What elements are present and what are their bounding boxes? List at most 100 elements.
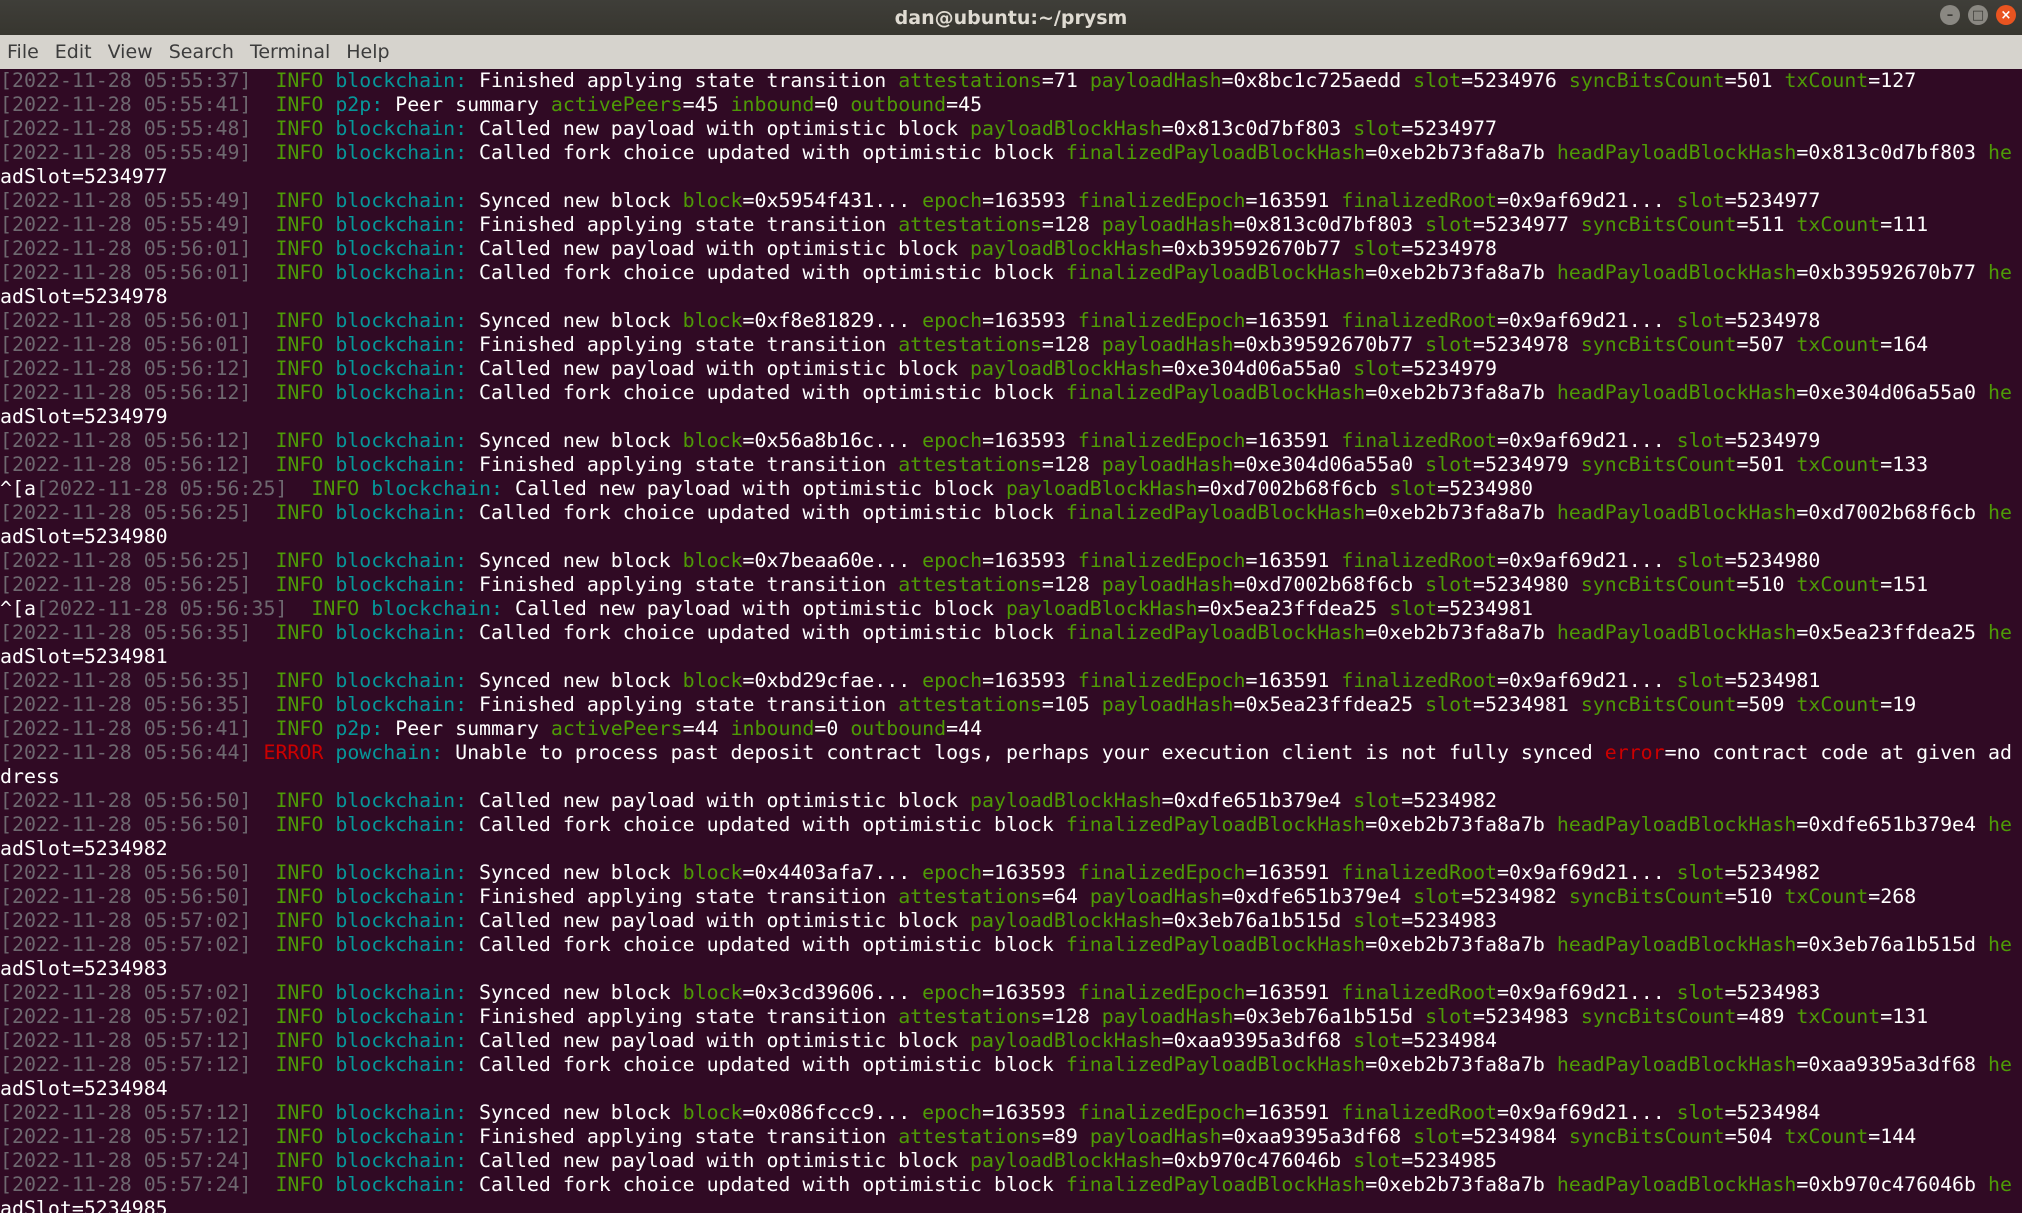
log-field-value: =163593 — [982, 189, 1066, 212]
log-module: blockchain: — [335, 213, 468, 236]
log-line: [2022-11-28 05:56:50] INFO blockchain: C… — [0, 813, 2022, 837]
log-module: blockchain: — [335, 981, 468, 1004]
log-field-key: slot — [1389, 597, 1438, 620]
log-message: Finished applying state transition — [479, 333, 887, 356]
log-field-key: finalizedPayloadBlockHash — [1065, 141, 1366, 164]
menu-file[interactable]: File — [0, 41, 48, 63]
log-module: blockchain: — [335, 357, 468, 380]
log-message: Called new payload with optimistic block — [479, 1029, 959, 1052]
log-field-value: =0 — [814, 717, 839, 740]
log-field-key: adSlot — [0, 1197, 72, 1213]
log-field-value: =0x813c0d7bf803 — [1796, 141, 1977, 164]
log-field-key: txCount — [1796, 1005, 1881, 1028]
log-message: Synced new block — [479, 1101, 671, 1124]
log-field-key: payloadHash — [1101, 333, 1234, 356]
menu-help[interactable]: Help — [339, 41, 398, 63]
log-field-value: =128 — [1041, 1005, 1090, 1028]
log-field-value: =0x3cd39606... — [742, 981, 911, 1004]
log-level: INFO — [275, 189, 324, 212]
log-field-key: finalizedRoot — [1341, 309, 1498, 332]
log-field-value: =5234977 — [1401, 117, 1497, 140]
minimize-button[interactable]: – — [1940, 5, 1960, 25]
log-field-key: inbound — [730, 717, 815, 740]
log-message: Finished applying state transition — [479, 1005, 887, 1028]
log-timestamp: [2022-11-28 05:55:49] — [0, 213, 252, 236]
log-level: INFO — [275, 693, 324, 716]
log-module: blockchain: — [335, 1173, 468, 1196]
log-field-value: =163591 — [1245, 189, 1330, 212]
log-timestamp: [2022-11-28 05:57:02] — [0, 933, 252, 956]
log-field-value: =133 — [1880, 453, 1929, 476]
log-field-value: =0xaa9395a3df68 — [1796, 1053, 1977, 1076]
log-module: p2p: — [335, 717, 384, 740]
log-field-key: txCount — [1796, 333, 1881, 356]
log-field-key: slot — [1676, 981, 1725, 1004]
log-field-value: =163591 — [1245, 1101, 1330, 1124]
log-field-key: slot — [1389, 477, 1438, 500]
terminal-output[interactable]: [2022-11-28 05:55:37] INFO blockchain: F… — [0, 69, 2022, 1213]
log-field-key: finalizedRoot — [1341, 861, 1498, 884]
log-line: ^[a[2022-11-28 05:56:35] INFO blockchain… — [0, 597, 2022, 621]
log-field-value: =151 — [1880, 573, 1929, 596]
log-field-value: =268 — [1868, 885, 1917, 908]
log-field-value: =0x3eb76a1b515d — [1796, 933, 1977, 956]
log-line: [2022-11-28 05:56:12] INFO blockchain: C… — [0, 381, 2022, 405]
log-message: Called new payload with optimistic block — [479, 357, 959, 380]
log-line: [2022-11-28 05:57:12] INFO blockchain: C… — [0, 1029, 2022, 1053]
log-field-key: headPayloadBlockHash — [1556, 1173, 1797, 1196]
log-timestamp: [2022-11-28 05:56:35] — [0, 669, 252, 692]
log-field-key: slot — [1425, 333, 1474, 356]
log-level: INFO — [275, 261, 324, 284]
log-level: INFO — [275, 237, 324, 260]
log-field-value: =no contract code at given ad — [1664, 741, 2012, 764]
log-field-key: slot — [1353, 357, 1402, 380]
log-field-value: =5234985 — [71, 1197, 168, 1213]
log-level: INFO — [275, 309, 324, 332]
log-field-key: syncBitsCount — [1580, 1005, 1737, 1028]
maximize-button[interactable]: □ — [1968, 5, 1988, 25]
log-timestamp: [2022-11-28 05:57:12] — [0, 1029, 252, 1052]
menu-edit[interactable]: Edit — [48, 41, 101, 63]
log-field-key: finalizedRoot — [1341, 1101, 1498, 1124]
log-field-value: =5234981 — [1437, 597, 1533, 620]
log-module: blockchain: — [371, 477, 503, 500]
log-field-value: =5234984 — [1461, 1125, 1557, 1148]
log-field-value: =19 — [1880, 693, 1917, 716]
log-field-value: =128 — [1041, 573, 1090, 596]
log-field-key: activePeers — [550, 717, 683, 740]
log-field-key: adSlot — [0, 165, 72, 188]
log-module: p2p: — [335, 93, 384, 116]
log-field-key: block — [682, 861, 743, 884]
menu-terminal[interactable]: Terminal — [243, 41, 339, 63]
log-timestamp: [2022-11-28 05:56:50] — [0, 885, 252, 908]
log-line: [2022-11-28 05:57:24] INFO blockchain: C… — [0, 1149, 2022, 1173]
log-line: [2022-11-28 05:55:49] INFO blockchain: C… — [0, 141, 2022, 165]
window-title: dan@ubuntu:~/prysm — [894, 6, 1128, 29]
log-field-key: slot — [1676, 549, 1725, 572]
log-field-value: =5234978 — [1724, 309, 1821, 332]
log-message: Finished applying state transition — [479, 69, 887, 92]
log-field-key: slot — [1353, 909, 1402, 932]
log-field-key: payloadBlockHash — [970, 1029, 1162, 1052]
log-level: INFO — [275, 1173, 324, 1196]
log-field-value: =507 — [1736, 333, 1785, 356]
log-field-value: =5234982 — [71, 837, 168, 860]
log-module: blockchain: — [335, 885, 468, 908]
log-field-key: syncBitsCount — [1580, 453, 1737, 476]
log-line: [2022-11-28 05:57:02] INFO blockchain: S… — [0, 981, 2022, 1005]
log-field-key: block — [682, 981, 743, 1004]
log-message: Called fork choice updated with optimist… — [479, 813, 1054, 836]
log-module: blockchain: — [335, 117, 468, 140]
window-titlebar[interactable]: dan@ubuntu:~/prysm – □ × — [0, 0, 2022, 35]
log-field-key: txCount — [1796, 573, 1881, 596]
log-timestamp: [2022-11-28 05:55:48] — [0, 117, 252, 140]
menu-search[interactable]: Search — [162, 41, 243, 63]
log-level: INFO — [275, 453, 324, 476]
log-level: INFO — [275, 861, 324, 884]
menu-view[interactable]: View — [101, 41, 162, 63]
log-field-key: he — [1988, 621, 2012, 644]
log-level: INFO — [275, 429, 324, 452]
log-field-value: =0x9af69d21... — [1497, 429, 1665, 452]
close-button[interactable]: × — [1996, 5, 2016, 25]
log-field-value: =128 — [1041, 213, 1090, 236]
